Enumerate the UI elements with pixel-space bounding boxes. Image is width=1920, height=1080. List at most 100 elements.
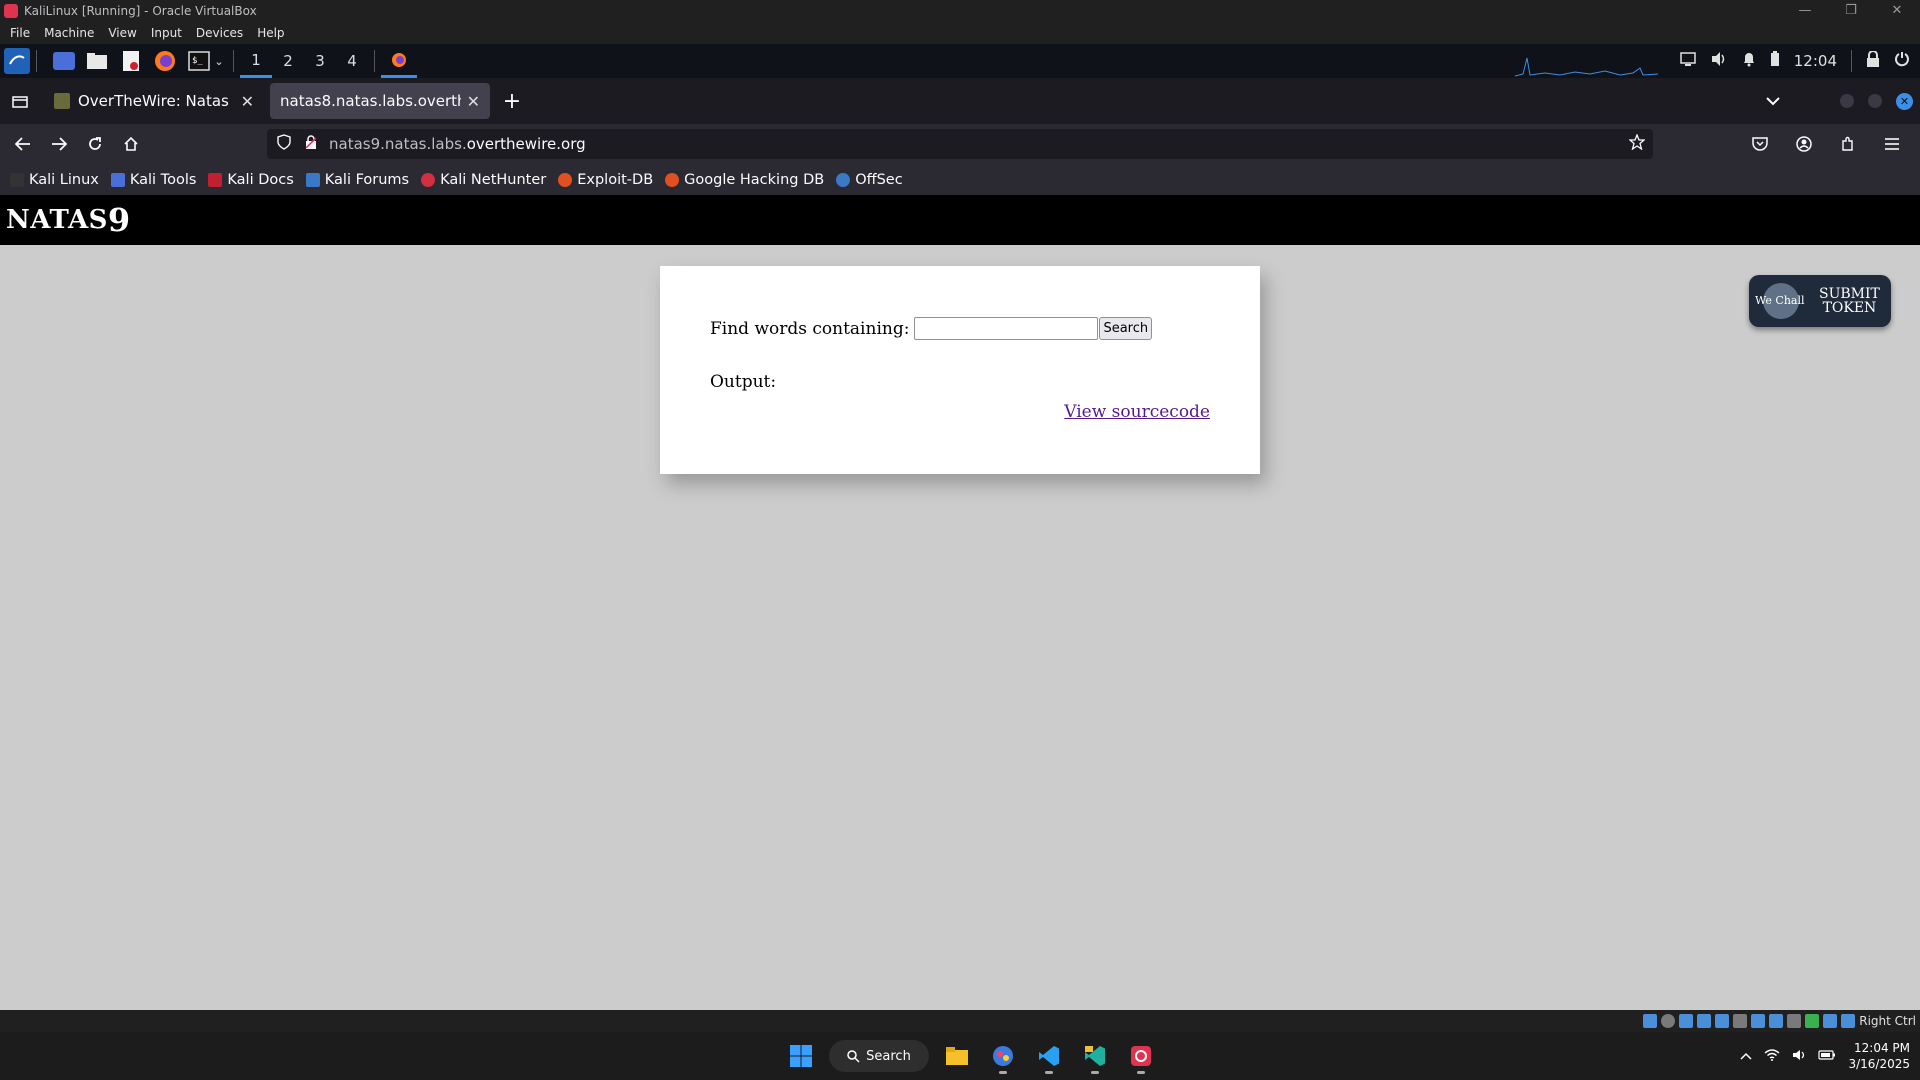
workspace-1[interactable]: 1: [240, 44, 272, 78]
bookmark-kali-tools[interactable]: Kali Tools: [110, 172, 196, 188]
bookmarks-toolbar: Kali Linux Kali Tools Kali Docs Kali For…: [0, 164, 1920, 195]
power-icon[interactable]: [1894, 51, 1910, 71]
needle-input[interactable]: [914, 317, 1099, 340]
submit-token-line1: SUBMIT: [1819, 286, 1880, 302]
bookmark-label: OffSec: [855, 171, 903, 188]
bookmark-kali-linux[interactable]: Kali Linux: [10, 172, 99, 188]
list-tabs-chevron-down-icon[interactable]: [1755, 85, 1791, 117]
hamburger-menu-icon[interactable]: [1874, 128, 1910, 160]
view-sourcecode-link[interactable]: View sourcecode: [1064, 402, 1210, 422]
firefox-launcher-icon[interactable]: [153, 49, 177, 73]
file-explorer-icon[interactable]: [939, 1038, 975, 1074]
bookmark-exploit-db[interactable]: Exploit-DB: [558, 172, 653, 188]
minimize-button[interactable]: —: [1782, 0, 1828, 22]
kali-menu-icon[interactable]: [4, 48, 30, 74]
page-info-icon[interactable]: [305, 135, 317, 153]
new-tab-icon[interactable]: +: [494, 85, 530, 117]
shared-folders-icon[interactable]: [1733, 1014, 1748, 1028]
tab-label: natas8.natas.labs.overthewire: [280, 92, 461, 110]
cpu-status-icon[interactable]: [1787, 1014, 1802, 1028]
network-icon[interactable]: [1697, 1014, 1712, 1028]
tab-natas8[interactable]: natas8.natas.labs.overthewire ✕: [270, 83, 490, 119]
notification-bell-icon[interactable]: [1742, 51, 1756, 71]
bookmark-google-hacking-db[interactable]: Google Hacking DB: [665, 172, 824, 188]
usb-icon[interactable]: [1715, 1014, 1730, 1028]
show-hidden-icons-chevron-up-icon[interactable]: [1740, 1049, 1752, 1063]
firefox-window-button[interactable]: [381, 44, 417, 78]
battery-icon[interactable]: [1770, 51, 1780, 71]
paint-app-icon[interactable]: [985, 1038, 1021, 1074]
extensions-icon[interactable]: [1830, 128, 1866, 160]
overthewire-favicon-icon: [54, 93, 70, 109]
mouse-integration-icon[interactable]: [1823, 1014, 1838, 1028]
menu-machine[interactable]: Machine: [44, 26, 94, 40]
close-tab-icon[interactable]: ✕: [467, 92, 480, 111]
submit-token-line2: TOKEN: [1822, 300, 1877, 316]
show-desktop-icon[interactable]: [53, 52, 75, 70]
close-window-button[interactable]: ✕: [1874, 0, 1920, 22]
display-status-icon[interactable]: [1751, 1014, 1766, 1028]
bookmark-kali-nethunter[interactable]: Kali NetHunter: [421, 172, 546, 188]
workspace-3[interactable]: 3: [304, 44, 336, 78]
menu-input[interactable]: Input: [151, 26, 182, 40]
offsec-icon: [836, 172, 851, 187]
url-bar[interactable]: natas9.natas.labs.overthewire.org: [267, 129, 1653, 159]
menu-help[interactable]: Help: [257, 26, 284, 40]
back-arrow-icon[interactable]: [5, 128, 41, 160]
search-form: Find words containing: Search: [710, 317, 1153, 340]
kali-panel: $_ ⌄ 1 2 3 4 12:04: [0, 44, 1920, 78]
display-icon[interactable]: [1680, 52, 1696, 70]
tracking-shield-icon[interactable]: [277, 134, 291, 154]
lock-icon[interactable]: [1866, 50, 1880, 71]
guest-additions-icon[interactable]: [1805, 1014, 1820, 1028]
vscode-insiders-icon[interactable]: [1077, 1038, 1113, 1074]
wifi-icon[interactable]: [1764, 1048, 1780, 1064]
keyboard-capture-icon[interactable]: [1841, 1014, 1856, 1028]
bookmark-kali-docs[interactable]: Kali Docs: [208, 172, 294, 188]
workspace-4[interactable]: 4: [336, 44, 368, 78]
minimize-browser-button[interactable]: [1840, 94, 1854, 108]
taskbar-time: 12:04 PM: [1854, 1041, 1910, 1055]
menu-file[interactable]: File: [10, 26, 30, 40]
bookmark-offsec[interactable]: OffSec: [836, 172, 903, 188]
audio-icon[interactable]: [1679, 1014, 1694, 1028]
browser-tab-bar: OverTheWire: Natas Level ✕ natas8.natas.…: [0, 78, 1920, 124]
tab-overview-icon[interactable]: [2, 85, 38, 117]
terminal-icon[interactable]: $_: [187, 49, 211, 73]
submit-token-button[interactable]: We Chall SUBMIT TOKEN: [1749, 275, 1891, 327]
submit-token-text: SUBMIT TOKEN: [1819, 287, 1880, 315]
maximize-browser-button[interactable]: [1868, 94, 1882, 108]
search-button[interactable]: Search: [1099, 317, 1153, 340]
virtualbox-taskbar-icon[interactable]: [1123, 1038, 1159, 1074]
workspace-2[interactable]: 2: [272, 44, 304, 78]
taskbar-search-button[interactable]: Search: [829, 1040, 929, 1072]
vscode-icon[interactable]: [1031, 1038, 1067, 1074]
volume-icon[interactable]: [1710, 51, 1728, 71]
menu-devices[interactable]: Devices: [196, 26, 243, 40]
tab-natas-level[interactable]: OverTheWire: Natas Level ✕: [44, 83, 264, 119]
panel-clock[interactable]: 12:04: [1794, 52, 1837, 70]
file-manager-icon[interactable]: [85, 49, 109, 73]
windows-start-icon[interactable]: [783, 1038, 819, 1074]
close-browser-button[interactable]: ✕: [1896, 93, 1913, 110]
optical-drive-icon[interactable]: [1661, 1014, 1676, 1028]
ghdb-icon: [665, 172, 680, 187]
hard-disk-icon[interactable]: [1643, 1014, 1658, 1028]
bookmark-star-icon[interactable]: [1628, 133, 1646, 154]
battery-tray-icon[interactable]: [1818, 1049, 1836, 1063]
menu-view[interactable]: View: [108, 26, 136, 40]
bookmark-kali-forums[interactable]: Kali Forums: [305, 172, 409, 188]
reload-icon[interactable]: [77, 128, 113, 160]
chevron-down-icon[interactable]: ⌄: [211, 55, 227, 68]
speaker-icon[interactable]: [1792, 1049, 1806, 1064]
taskbar-clock[interactable]: 12:04 PM 3/16/2025: [1848, 1040, 1910, 1072]
pocket-icon[interactable]: [1742, 128, 1778, 160]
forward-arrow-icon[interactable]: [41, 128, 77, 160]
account-icon[interactable]: [1786, 128, 1822, 160]
text-editor-icon[interactable]: [119, 49, 143, 73]
restore-button[interactable]: ❐: [1828, 0, 1874, 22]
bookmark-label: Kali NetHunter: [440, 171, 547, 188]
recording-icon[interactable]: [1769, 1014, 1784, 1028]
home-icon[interactable]: [113, 128, 149, 160]
close-tab-icon[interactable]: ✕: [241, 92, 254, 111]
